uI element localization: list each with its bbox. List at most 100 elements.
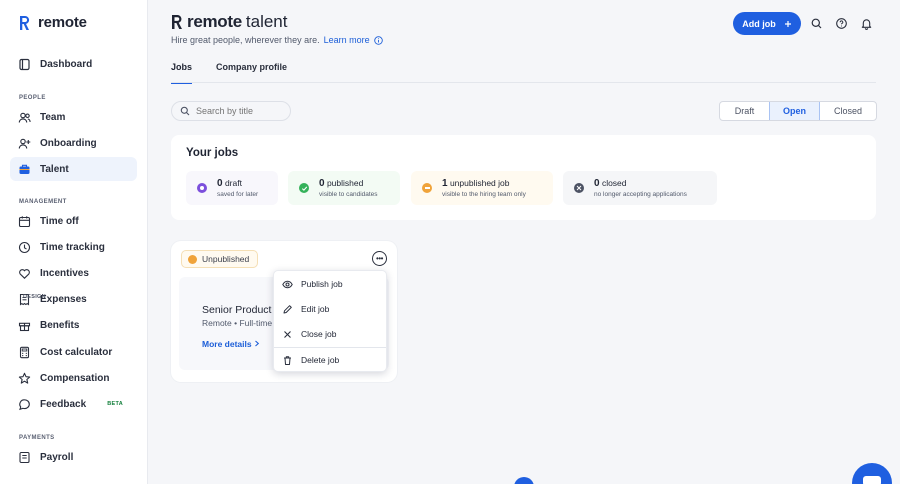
plus-icon bbox=[784, 20, 791, 27]
status-badge-label: Unpublished bbox=[202, 254, 250, 264]
filter-closed[interactable]: Closed bbox=[820, 102, 876, 120]
filter-open[interactable]: Open bbox=[769, 102, 820, 120]
info-icon[interactable] bbox=[373, 35, 383, 45]
stat-count: 0 bbox=[217, 178, 223, 189]
pencil-icon bbox=[283, 304, 292, 313]
trash-icon bbox=[284, 355, 291, 365]
menu-item-label: Edit job bbox=[301, 304, 330, 314]
closed-x-icon bbox=[574, 183, 584, 193]
logo-text: remote bbox=[38, 14, 87, 31]
search-input[interactable] bbox=[196, 106, 286, 116]
bell-icon[interactable] bbox=[860, 17, 873, 30]
help-icon[interactable] bbox=[835, 17, 848, 30]
draft-status-icon bbox=[197, 183, 207, 193]
chat-bubble-icon bbox=[863, 476, 881, 484]
tagline: Hire great people, wherever they are. Le… bbox=[171, 35, 383, 45]
stat-published[interactable]: 0 published visible to candidates bbox=[288, 171, 400, 205]
brand-talent: talent bbox=[245, 12, 288, 31]
tagline-text: Hire great people, wherever they are. bbox=[171, 35, 320, 45]
stat-count: 0 bbox=[594, 178, 600, 189]
menu-item-label: Publish job bbox=[301, 279, 343, 289]
sidebar-item-label: Time tracking bbox=[40, 241, 105, 253]
sidebar-item-time-off[interactable]: Time off bbox=[10, 209, 137, 233]
sidebar-item-compensation[interactable]: Compensation bbox=[10, 366, 137, 390]
gift-icon bbox=[18, 319, 31, 332]
sidebar-item-benefits[interactable]: Benefits bbox=[10, 313, 137, 337]
pagination-current[interactable] bbox=[514, 477, 534, 484]
sidebar-item-incentives[interactable]: Incentives bbox=[10, 261, 137, 285]
remote-logo-icon bbox=[172, 15, 182, 29]
menu-item-edit-job[interactable]: Edit job bbox=[274, 297, 386, 321]
stat-label: unpublished job bbox=[449, 178, 510, 188]
stat-sub: visible to candidates bbox=[319, 191, 378, 198]
brand-remote: remote bbox=[187, 12, 242, 31]
section-label-people: PEOPLE bbox=[19, 95, 46, 101]
briefcase-icon bbox=[18, 163, 31, 176]
stat-closed[interactable]: 0 closed no longer accepting application… bbox=[563, 171, 717, 205]
search-icon[interactable] bbox=[810, 17, 823, 30]
sidebar-item-label: Talent bbox=[40, 163, 69, 175]
sidebar-item-label: Cost calculator bbox=[40, 346, 113, 358]
check-icon bbox=[299, 183, 309, 193]
filter-draft[interactable]: Draft bbox=[720, 102, 769, 120]
stat-sub: no longer accepting applications bbox=[594, 191, 687, 198]
tab-divider bbox=[171, 82, 876, 83]
sidebar-item-time-tracking[interactable]: Time tracking bbox=[10, 235, 137, 259]
more-options-button[interactable]: ••• bbox=[372, 251, 387, 266]
tab-bar: Jobs Company profile bbox=[171, 62, 287, 84]
more-details-label: More details bbox=[202, 339, 252, 349]
sidebar: remote Dashboard PEOPLE Team Onboarding … bbox=[0, 0, 148, 484]
heart-icon bbox=[18, 267, 31, 280]
sidebar-item-label: Expenses bbox=[40, 293, 87, 305]
stat-count: 0 bbox=[319, 178, 325, 189]
stat-count: 1 bbox=[442, 178, 448, 189]
section-label-payments: PAYMENTS bbox=[19, 435, 55, 441]
add-job-label: Add job bbox=[742, 18, 776, 29]
search-box[interactable] bbox=[171, 101, 291, 121]
stat-unpublished[interactable]: 1 unpublished job visible to the hiring … bbox=[411, 171, 553, 205]
tab-jobs[interactable]: Jobs bbox=[171, 62, 193, 84]
unpublished-status-icon bbox=[422, 183, 432, 193]
menu-item-publish-job[interactable]: Publish job bbox=[274, 272, 386, 296]
logo[interactable]: remote bbox=[18, 14, 87, 31]
more-details-link[interactable]: More details bbox=[202, 339, 260, 349]
stat-sub: saved for later bbox=[217, 191, 259, 198]
menu-item-close-job[interactable]: Close job bbox=[274, 322, 386, 346]
clock-icon bbox=[18, 241, 31, 254]
sidebar-item-team[interactable]: Team bbox=[10, 105, 137, 129]
learn-more-link[interactable]: Learn more bbox=[324, 35, 370, 45]
job-actions-menu: Publish job Edit job Close job Delete jo… bbox=[273, 270, 387, 372]
add-job-button[interactable]: Add job bbox=[733, 12, 801, 35]
money-icon bbox=[18, 451, 31, 464]
unpublished-dot-icon bbox=[188, 254, 197, 264]
stat-label: published bbox=[326, 178, 364, 188]
sidebar-item-feedback[interactable]: Feedback BETA bbox=[10, 392, 137, 416]
sidebar-item-payroll[interactable]: Payroll bbox=[10, 445, 137, 469]
chat-support-button[interactable] bbox=[852, 463, 892, 484]
job-title[interactable]: Senior Product bbox=[202, 304, 271, 316]
sidebar-item-dashboard[interactable]: Dashboard bbox=[10, 52, 137, 76]
person-plus-icon bbox=[18, 137, 31, 150]
sidebar-item-cost-calculator[interactable]: Cost calculator bbox=[10, 340, 137, 364]
job-meta: Remote • Full-time bbox=[202, 318, 273, 328]
stat-draft[interactable]: 0 draft saved for later bbox=[186, 171, 278, 205]
sidebar-item-onboarding[interactable]: Onboarding bbox=[10, 131, 137, 155]
menu-item-label: Delete job bbox=[301, 355, 340, 365]
your-jobs-card: Your jobs 0 draft saved for later 0 publ… bbox=[171, 135, 876, 220]
beta-badge: BETA bbox=[107, 401, 123, 407]
tab-company-profile[interactable]: Company profile bbox=[216, 62, 287, 84]
chevron-right-icon bbox=[255, 340, 260, 347]
calculator-icon bbox=[18, 346, 31, 359]
job-department: DESIGN bbox=[23, 294, 46, 300]
sidebar-item-label: Incentives bbox=[40, 267, 89, 279]
menu-item-label: Close job bbox=[301, 329, 337, 339]
people-icon bbox=[18, 111, 31, 124]
status-filter: Draft Open Closed bbox=[719, 101, 877, 121]
sidebar-item-label: Payroll bbox=[40, 451, 74, 463]
search-icon bbox=[180, 106, 190, 116]
menu-item-delete-job[interactable]: Delete job bbox=[274, 348, 386, 372]
sidebar-item-talent[interactable]: Talent bbox=[10, 157, 137, 181]
star-icon bbox=[18, 372, 31, 385]
chat-icon bbox=[18, 398, 31, 411]
sidebar-item-label: Time off bbox=[40, 215, 79, 227]
